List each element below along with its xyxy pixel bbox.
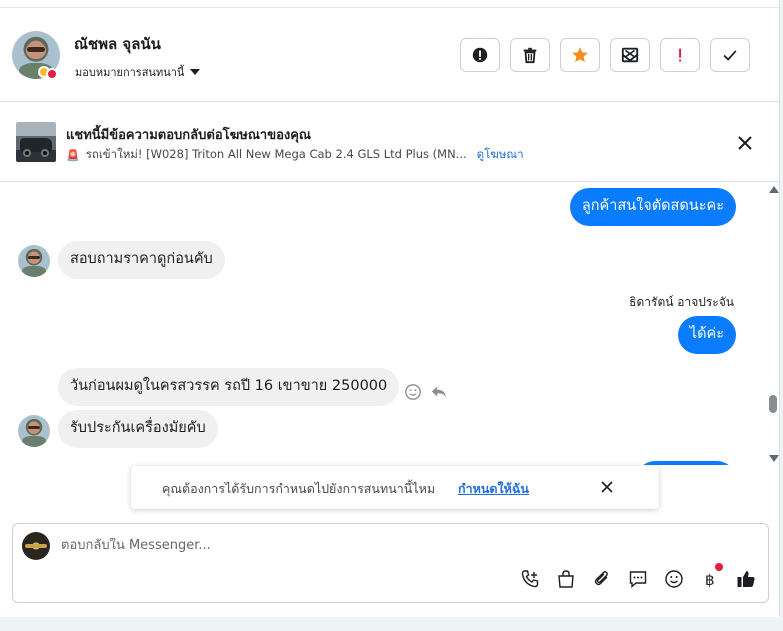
call-icon <box>521 570 539 588</box>
ad-thumbnail[interactable] <box>16 122 56 162</box>
assign-to-me-link[interactable]: กำหนดให้ฉัน <box>458 479 529 499</box>
message-thread[interactable]: ลูกค้าสนใจตัดสดนะคะ สอบถามราคาดูก่อนคับ … <box>0 183 766 465</box>
reply-arrow-icon[interactable] <box>430 383 448 401</box>
delete-button[interactable] <box>510 38 550 72</box>
report-spam-button[interactable] <box>460 38 500 72</box>
baht-payment-icon: ฿ <box>705 571 715 589</box>
message-bubble-outgoing-partial[interactable] <box>636 461 736 465</box>
scroll-up-icon[interactable] <box>769 186 779 193</box>
follow-up-button[interactable] <box>660 38 700 72</box>
message-bubble-outgoing[interactable]: ได้ค่ะ <box>677 316 736 354</box>
contact-message-avatar <box>18 245 50 277</box>
ad-banner-subtitle: 🚨 รถเข้าใหม่! [W028] Triton All New Mega… <box>66 146 524 164</box>
saved-replies-button[interactable] <box>627 568 649 590</box>
alert-circle-icon <box>472 47 488 63</box>
close-icon[interactable] <box>599 479 615 495</box>
sender-name: ธิดารัตน์ อาจประจัน <box>629 295 734 309</box>
reply-composer: ฿ <box>12 523 769 603</box>
message-bubble-incoming[interactable]: รับประกันเครื่องมัยคับ <box>58 410 218 448</box>
chevron-down-icon <box>190 69 201 75</box>
page-avatar <box>22 532 50 560</box>
emoji-button[interactable] <box>663 568 685 590</box>
attach-button[interactable] <box>591 568 613 590</box>
svg-text:฿: ฿ <box>705 571 715 589</box>
shop-button[interactable] <box>555 568 577 590</box>
contact-message-avatar <box>18 415 50 447</box>
avatar-badge <box>46 68 58 80</box>
scroll-down-icon[interactable] <box>769 455 779 462</box>
notification-dot <box>715 563 723 571</box>
thread-scrollbar[interactable] <box>766 183 780 465</box>
header-actions <box>460 38 750 72</box>
siren-icon: 🚨 <box>66 148 80 162</box>
attachment-icon <box>594 571 608 586</box>
mark-done-button[interactable] <box>710 38 750 72</box>
call-button[interactable] <box>519 568 541 590</box>
emoji-react-icon[interactable] <box>404 383 422 401</box>
like-icon <box>737 571 755 587</box>
saved-reply-icon <box>629 571 647 589</box>
star-icon <box>572 47 588 63</box>
shopping-bag-icon <box>558 570 574 588</box>
message-bubble-incoming[interactable]: สอบถามราคาดูก่อนคับ <box>58 241 225 279</box>
star-button[interactable] <box>560 38 600 72</box>
composer-tools: ฿ <box>519 563 757 590</box>
view-ad-link[interactable]: ดูโฆษณา <box>477 146 524 164</box>
contact-name[interactable]: ณัชพล จุลนัน <box>74 32 161 56</box>
conversation-header: ณัชพล จุลนัน มอบหมายการสนทนานี้ <box>0 8 780 102</box>
ad-reply-banner: แชทนี้มีข้อความตอบกลับต่อโฆษณาของคุณ 🚨 ร… <box>0 102 780 182</box>
assign-reminder-toast: คุณต้องการได้รับการกำหนดไปยังการสนทนานี้… <box>131 466 659 509</box>
envelope-icon <box>621 47 639 63</box>
checkmark-icon <box>723 50 737 61</box>
message-bubble-outgoing[interactable]: ลูกค้าสนใจตัดสดนะคะ <box>569 188 736 226</box>
message-bubble-incoming[interactable]: วันก่อนผมดูในครสวรรค รถปี 16 เขาขาย 2500… <box>58 368 400 406</box>
ad-name: รถเข้าใหม่! [W028] Triton All New Mega C… <box>85 147 467 161</box>
assign-label: มอบหมายการสนทนานี้ <box>75 66 185 79</box>
reply-input[interactable] <box>61 538 661 553</box>
mark-unread-button[interactable] <box>610 38 650 72</box>
assign-conversation-dropdown[interactable]: มอบหมายการสนทนานี้ <box>75 63 201 81</box>
like-button[interactable] <box>735 568 757 590</box>
scrollbar-thumb[interactable] <box>769 395 777 413</box>
conversation-panel: ณัชพล จุลนัน มอบหมายการสนทนานี้ แชทนี้มี… <box>0 0 780 617</box>
close-icon[interactable] <box>734 132 756 154</box>
trash-icon <box>523 47 537 64</box>
message-actions <box>404 383 448 401</box>
payment-button[interactable]: ฿ <box>699 563 723 590</box>
ad-banner-title: แชทนี้มีข้อความตอบกลับต่อโฆษณาของคุณ <box>66 128 311 143</box>
emoji-icon <box>665 570 683 588</box>
reminder-text: คุณต้องการได้รับการกำหนดไปยังการสนทนานี้… <box>162 481 436 496</box>
exclamation-icon <box>679 48 682 62</box>
